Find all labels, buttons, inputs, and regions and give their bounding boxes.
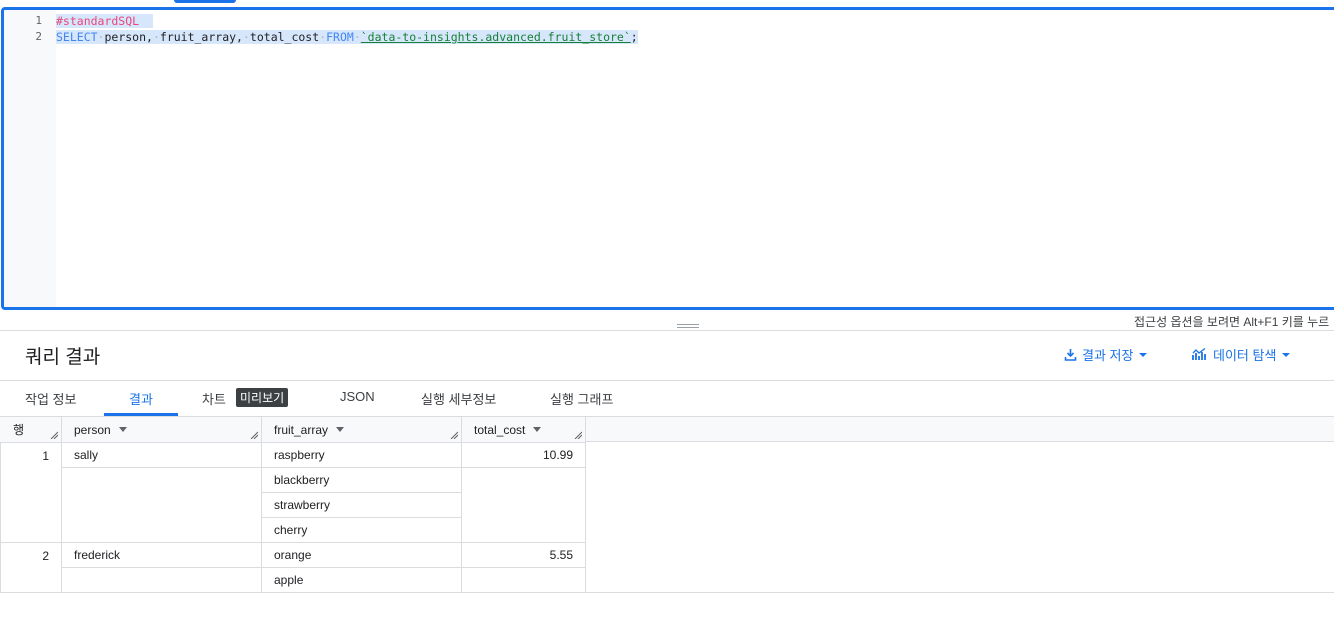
whitespace-marker: ·	[242, 30, 250, 44]
column-header-row-number: 행	[0, 417, 62, 443]
table-cell-fruit[interactable]: cherry	[262, 518, 462, 543]
sql-column: fruit_array,	[159, 30, 243, 44]
table-cell-person[interactable]: sally	[62, 443, 262, 468]
column-header-label: fruit_array	[274, 422, 329, 437]
table-cell-total-cost[interactable]: 10.99	[462, 443, 586, 468]
table-cell-empty	[462, 568, 586, 593]
sql-editor[interactable]: 1 2 #standardSQL SELECT·person,·fruit_ar…	[1, 7, 1334, 310]
sql-keyword-select: SELECT	[56, 30, 98, 44]
table-cell-fruit[interactable]: raspberry	[262, 443, 462, 468]
column-resize-icon[interactable]	[574, 431, 582, 439]
column-header-fruit-array[interactable]: fruit_array	[262, 417, 462, 443]
whitespace-marker	[139, 14, 153, 28]
sql-semicolon: ;	[630, 30, 638, 44]
tab-execution-graph[interactable]: 실행 그래프	[550, 389, 613, 408]
row-number: 2	[0, 543, 62, 593]
tab-chart[interactable]: 차트	[202, 389, 226, 408]
table-bottom-border	[0, 592, 1334, 593]
sql-column: total_cost	[249, 30, 320, 44]
row-number: 1	[0, 443, 62, 543]
column-resize-icon[interactable]	[50, 431, 58, 439]
column-header-label: total_cost	[474, 422, 526, 437]
whitespace-marker: ·	[353, 30, 361, 44]
code-line-1[interactable]: #standardSQL	[56, 14, 153, 28]
tab-json[interactable]: JSON	[340, 389, 375, 404]
sql-table-reference[interactable]: `data-to-insights.advanced.fruit_store`	[361, 30, 631, 44]
results-title: 쿼리 결과	[25, 347, 101, 368]
tab-job-info[interactable]: 작업 정보	[25, 389, 76, 408]
whitespace-marker: ·	[152, 30, 160, 44]
editor-tab-indicator	[174, 0, 236, 3]
column-header-label: person	[74, 422, 111, 437]
column-resize-icon[interactable]	[250, 431, 258, 439]
tabs-divider	[0, 380, 1334, 381]
column-header-label: 행	[13, 423, 25, 437]
column-resize-icon[interactable]	[450, 431, 458, 439]
explore-data-button[interactable]: 데이터 탐색	[1192, 345, 1291, 364]
table-cell-empty	[62, 568, 262, 593]
table-cell-empty	[62, 468, 262, 543]
sort-menu-icon[interactable]	[118, 427, 127, 432]
save-results-button[interactable]: 결과 저장	[1064, 345, 1148, 364]
tab-results[interactable]: 결과	[129, 389, 153, 408]
line-number-gutter: 1 2	[4, 10, 56, 307]
line-number: 2	[35, 30, 42, 43]
table-cell-person[interactable]: frederick	[62, 543, 262, 568]
code-line-2[interactable]: SELECT·person,·fruit_array,·total_cost·F…	[56, 30, 638, 44]
sql-column: person,	[104, 30, 153, 44]
table-cell-fruit[interactable]: apple	[262, 568, 462, 593]
sort-menu-icon[interactable]	[336, 427, 345, 432]
chevron-down-icon	[1281, 350, 1291, 360]
accessibility-hint: 접근성 옵션을 보려면 Alt+F1 키를 누르	[1134, 315, 1330, 329]
table-cell-fruit[interactable]: blackberry	[262, 468, 462, 493]
pane-divider	[0, 330, 1334, 331]
download-icon	[1064, 348, 1077, 361]
chart-icon	[1192, 348, 1208, 361]
table-cell-fruit[interactable]: orange	[262, 543, 462, 568]
preview-badge: 미리보기	[236, 388, 289, 407]
table-cell-total-cost[interactable]: 5.55	[462, 543, 586, 568]
sort-menu-icon[interactable]	[533, 427, 542, 432]
resize-handle[interactable]	[677, 324, 699, 328]
column-header-total-cost[interactable]: total_cost	[462, 417, 586, 443]
explore-data-label: 데이터 탐색	[1213, 348, 1277, 363]
line-number: 1	[35, 14, 42, 27]
save-results-label: 결과 저장	[1082, 348, 1134, 363]
sql-keyword-from: FROM	[326, 30, 354, 44]
tab-execution-details[interactable]: 실행 세부정보	[421, 389, 496, 408]
table-cell-fruit[interactable]: strawberry	[262, 493, 462, 518]
table-cell-empty	[462, 468, 586, 543]
sql-comment: #standardSQL	[56, 14, 140, 28]
chevron-down-icon	[1138, 350, 1148, 360]
column-header-person[interactable]: person	[62, 417, 262, 443]
